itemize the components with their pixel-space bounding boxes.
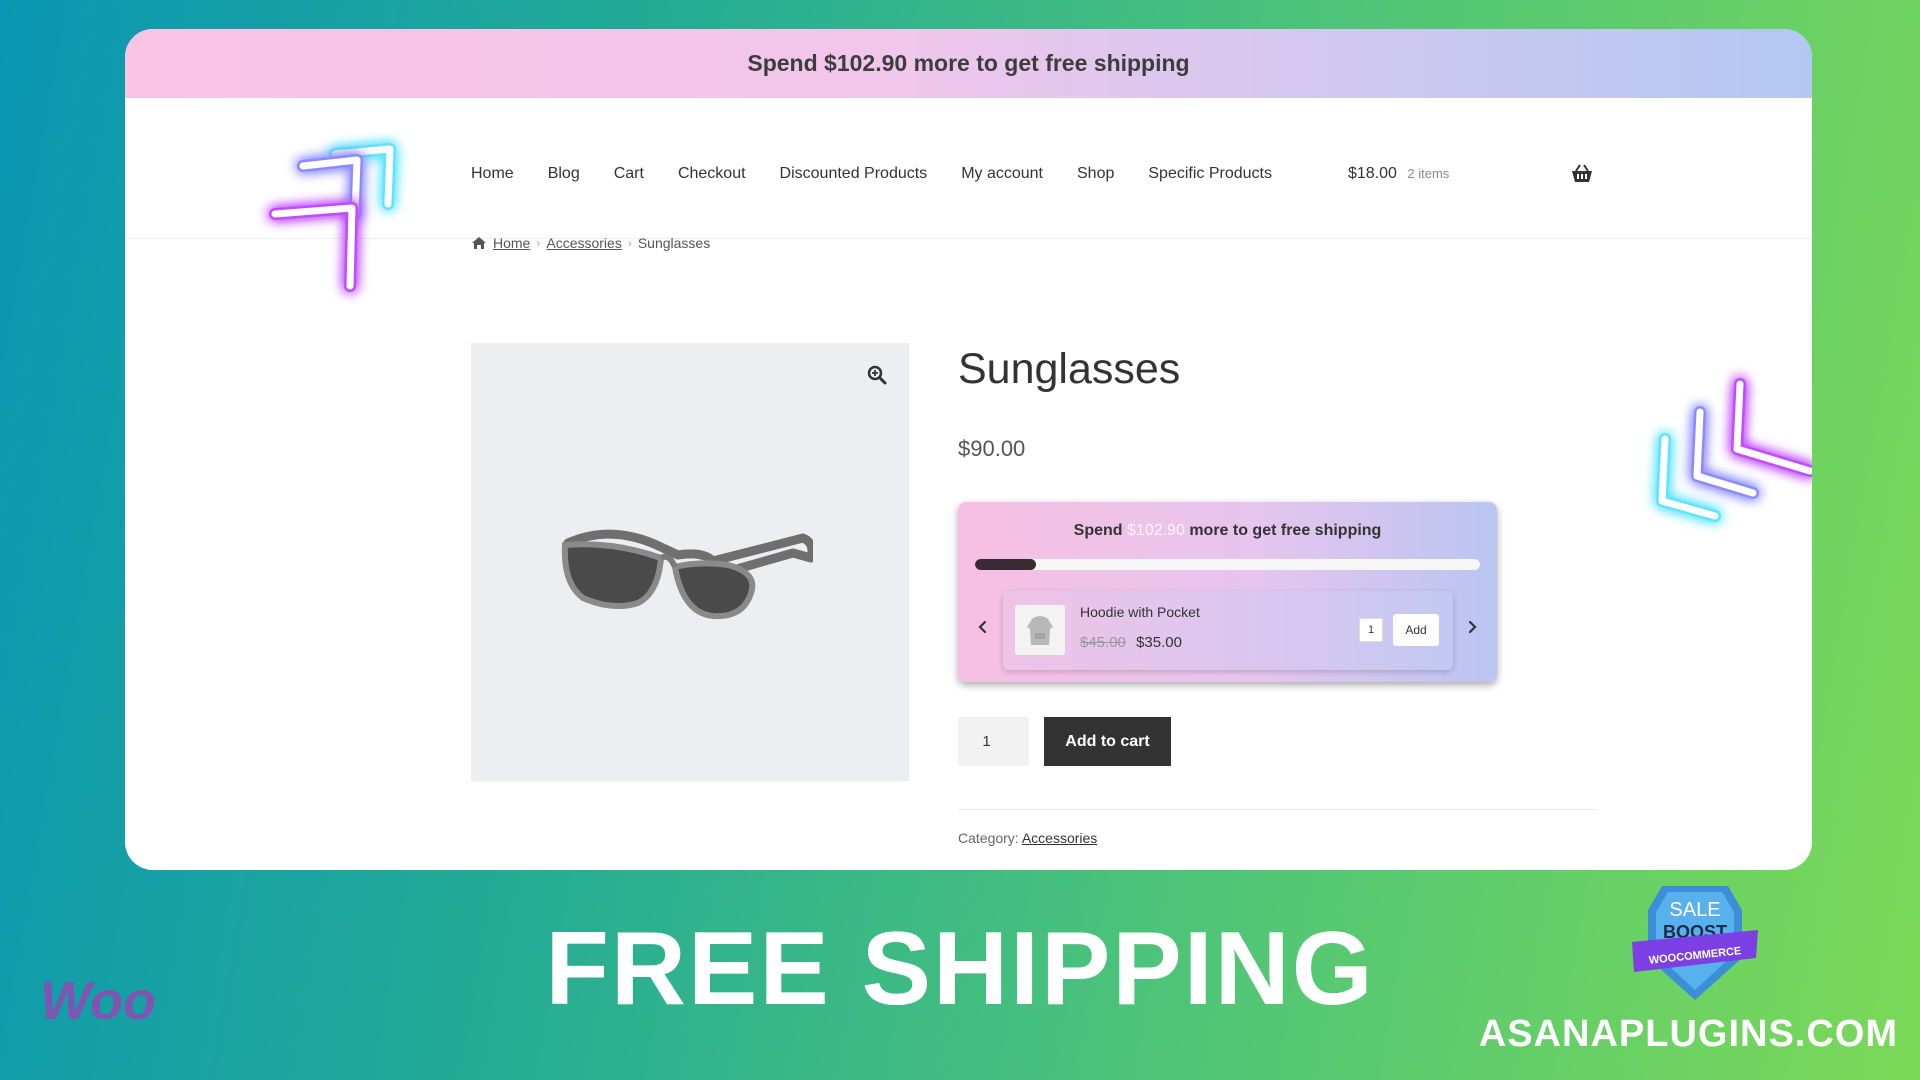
product-price: $90.00 xyxy=(958,436,1026,461)
old-price: $45.00 xyxy=(1080,634,1126,651)
woo-logo: Woo xyxy=(40,975,156,1025)
cart-item-count: 2 items xyxy=(1407,166,1450,181)
site-url: ASANAPLUGINS.COM xyxy=(1478,1013,1898,1055)
breadcrumb-home[interactable]: Home xyxy=(493,235,530,251)
free-shipping-progress xyxy=(975,559,1480,570)
breadcrumb-category[interactable]: Accessories xyxy=(546,235,621,251)
nav-item-discounted-products[interactable]: Discounted Products xyxy=(780,165,928,183)
fs-msg-suffix: more to get free shipping xyxy=(1189,522,1382,539)
basket-icon[interactable] xyxy=(1571,164,1593,184)
breadcrumb-separator: › xyxy=(627,236,632,250)
fs-msg-prefix: Spend xyxy=(1073,522,1123,539)
add-to-cart-button[interactable]: Add to cart xyxy=(1044,717,1171,766)
suggested-product-price: $45.00 $35.00 xyxy=(1080,634,1182,651)
suggested-add-button[interactable]: Add xyxy=(1393,614,1439,646)
sale-price: $35.00 xyxy=(1136,634,1182,651)
nav-item-my-account[interactable]: My account xyxy=(961,165,1043,183)
free-shipping-widget: Spend $102.90 more to get free shipping … xyxy=(958,502,1497,682)
zoom-icon[interactable] xyxy=(867,365,887,385)
breadcrumb-separator: › xyxy=(536,236,541,250)
neon-arrows-icon xyxy=(1656,378,1812,522)
nav-item-checkout[interactable]: Checkout xyxy=(678,165,746,183)
product-category: Category: Accessories xyxy=(958,830,1097,846)
badge-line1: SALE xyxy=(1669,899,1720,921)
product-gallery[interactable] xyxy=(471,343,909,781)
product-title: Sunglasses xyxy=(958,345,1181,393)
chevron-right-icon[interactable] xyxy=(1465,619,1479,635)
nav-item-blog[interactable]: Blog xyxy=(548,165,580,183)
sunglasses-image xyxy=(561,529,813,620)
category-link[interactable]: Accessories xyxy=(1022,830,1097,846)
nav-item-specific-products[interactable]: Specific Products xyxy=(1148,165,1272,183)
free-shipping-message: Spend $102.90 more to get free shipping xyxy=(958,522,1497,540)
quantity-input[interactable] xyxy=(958,717,1029,766)
nav-item-shop[interactable]: Shop xyxy=(1077,165,1114,183)
woo-logo-text: Woo xyxy=(40,975,156,1025)
suggested-product-name[interactable]: Hoodie with Pocket xyxy=(1080,604,1200,620)
nav-item-cart[interactable]: Cart xyxy=(614,165,644,183)
chevron-left-icon[interactable] xyxy=(976,619,990,635)
free-shipping-banner: Spend $102.90 more to get free shipping xyxy=(125,29,1812,98)
browser-page: Spend $102.90 more to get free shipping … xyxy=(125,29,1812,870)
neon-arrows-icon xyxy=(269,143,396,292)
divider xyxy=(958,809,1596,810)
fs-msg-amount: $102.90 xyxy=(1127,522,1185,539)
suggested-qty-input[interactable]: 1 xyxy=(1359,618,1383,642)
nav-item-home[interactable]: Home xyxy=(471,165,514,183)
primary-nav: Home Blog Cart Checkout Discounted Produ… xyxy=(471,165,1306,183)
breadcrumb: Home › Accessories › Sunglasses xyxy=(471,235,710,251)
suggested-product-card: Hoodie with Pocket $45.00 $35.00 1 Add xyxy=(1003,591,1453,670)
home-icon xyxy=(472,237,486,249)
header-cart-total[interactable]: $18.00 2 items xyxy=(1348,165,1449,183)
cart-total-amount: $18.00 xyxy=(1348,165,1397,182)
progress-fill xyxy=(975,559,1036,570)
sale-boost-badge: SALE BOOST WOOCOMMERCE xyxy=(1632,886,1758,1000)
product-thumbnail xyxy=(1015,605,1065,655)
breadcrumb-current: Sunglasses xyxy=(637,235,711,251)
category-label: Category: xyxy=(958,830,1019,846)
